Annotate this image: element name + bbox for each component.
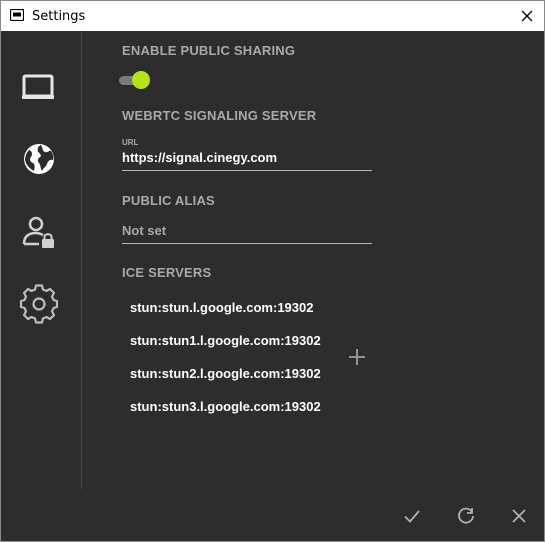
signaling-server-title: WEBRTC SIGNALING SERVER: [122, 108, 317, 123]
ice-servers-title: ICE SERVERS: [122, 265, 212, 280]
ice-server-item[interactable]: stun:stun.l.google.com:19302: [130, 300, 313, 315]
sidebar: [1, 31, 82, 489]
app-icon: [10, 9, 24, 21]
reset-icon[interactable]: [455, 505, 477, 527]
url-label: URL: [122, 138, 139, 147]
ice-server-item[interactable]: stun:stun3.l.google.com:19302: [130, 399, 321, 414]
window-title: Settings: [32, 9, 86, 24]
monitor-icon[interactable]: [18, 67, 60, 109]
user-lock-icon[interactable]: [18, 212, 60, 254]
public-alias-title: PUBLIC ALIAS: [122, 193, 215, 208]
toggle-thumb: [132, 71, 150, 89]
public-sharing-toggle[interactable]: [118, 70, 154, 90]
cancel-icon[interactable]: [508, 505, 530, 527]
globe-icon[interactable]: [18, 138, 60, 180]
settings-content: ENABLE PUBLIC SHARING WEBRTC SIGNALING S…: [81, 31, 544, 541]
ice-server-item[interactable]: stun:stun2.l.google.com:19302: [130, 366, 321, 381]
close-icon[interactable]: [516, 5, 538, 27]
signaling-url-field[interactable]: https://signal.cinegy.com: [122, 150, 372, 171]
public-sharing-title: ENABLE PUBLIC SHARING: [122, 43, 296, 58]
confirm-icon[interactable]: [401, 505, 423, 527]
title-bar: Settings: [1, 1, 544, 31]
add-ice-server-icon[interactable]: [345, 345, 369, 369]
public-alias-field[interactable]: Not set: [122, 223, 372, 244]
gear-icon[interactable]: [18, 283, 60, 325]
ice-server-item[interactable]: stun:stun1.l.google.com:19302: [130, 333, 321, 348]
settings-window: Settings ENABLE PUBLIC SHARING WEBRTC SI…: [0, 0, 545, 542]
